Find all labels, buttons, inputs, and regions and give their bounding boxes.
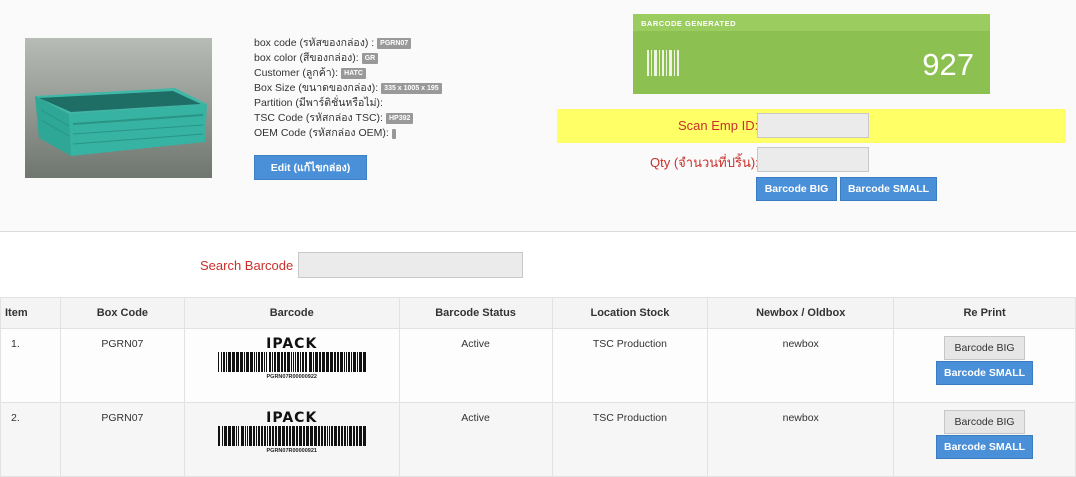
edit-box-button[interactable]: Edit (แก้ไขกล่อง) — [254, 155, 367, 180]
box-code-row: box code (รหัสของกล่อง) : PGRN07 — [254, 36, 442, 51]
tsc-code-value: HP392 — [385, 113, 414, 124]
reprint-big-button[interactable]: Barcode BIG — [944, 410, 1026, 434]
barcode-generated-count: 927 — [922, 47, 974, 82]
col-reprint: Re Print — [893, 297, 1076, 329]
box-code-cell: PGRN07 — [59, 402, 185, 477]
box-code-value: PGRN07 — [377, 38, 412, 49]
barcode-big-button[interactable]: Barcode BIG — [756, 177, 837, 201]
barcode-cell: IPACK PGRN07R00000921 — [183, 402, 400, 477]
col-barcode: Barcode — [183, 297, 400, 329]
partition-label: Partition (มีพาร์ติชั่นหรือไม่): — [254, 97, 383, 109]
oem-code-label: OEM Code (รหัสกล่อง OEM): — [254, 127, 389, 139]
box-info: box code (รหัสของกล่อง) : PGRN07 box colo… — [254, 36, 442, 141]
ipack-logo: IPACK — [266, 336, 318, 352]
box-code-cell: PGRN07 — [59, 328, 185, 403]
customer-row: Customer (ลูกค้า): HATC — [254, 66, 442, 81]
location-cell: TSC Production — [551, 402, 709, 477]
barcode-icon — [647, 50, 679, 76]
scan-emp-label: Scan Emp ID: — [678, 118, 759, 133]
table-row: 1. PGRN07 IPACK PGRN07R00000922 Active T… — [0, 328, 1076, 403]
box-detail-panel: box code (รหัสของกล่อง) : PGRN07 box colo… — [0, 0, 1076, 232]
reprint-cell: Barcode BIG Barcode SMALL — [893, 402, 1076, 477]
item-cell: 2. — [0, 402, 61, 477]
barcode-cell: IPACK PGRN07R00000922 — [183, 328, 400, 403]
ipack-logo: IPACK — [266, 410, 318, 426]
col-barcode-status: Barcode Status — [398, 297, 553, 329]
barcode-small-button[interactable]: Barcode SMALL — [840, 177, 937, 201]
search-barcode-label: Search Barcode : — [200, 258, 301, 273]
newbox-cell: newbox — [707, 328, 895, 403]
reprint-cell: Barcode BIG Barcode SMALL — [893, 328, 1076, 403]
col-box-code: Box Code — [59, 297, 185, 329]
table-header-row: Item Box Code Barcode Barcode Status Loc… — [0, 297, 1076, 329]
barcode-generated-card: BARCODE GENERATED 927 — [633, 14, 990, 94]
box-color-label: box color (สีของกล่อง): — [254, 52, 359, 64]
barcode-table: Item Box Code Barcode Barcode Status Loc… — [0, 297, 1076, 477]
box-size-row: Box Size (ขนาดของกล่อง): 335 x 1005 x 195 — [254, 81, 442, 96]
table-row: 2. PGRN07 IPACK PGRN07R00000921 Active T… — [0, 402, 1076, 477]
col-newbox-oldbox: Newbox / Oldbox — [707, 297, 895, 329]
box-size-value: 335 x 1005 x 195 — [381, 83, 442, 94]
status-cell: Active — [398, 328, 553, 403]
search-barcode-input[interactable] — [298, 252, 523, 278]
location-cell: TSC Production — [551, 328, 709, 403]
item-cell: 1. — [0, 328, 61, 403]
qty-input[interactable] — [757, 147, 869, 172]
box-color-row: box color (สีของกล่อง): GR — [254, 51, 442, 66]
tsc-code-row: TSC Code (รหัสกล่อง TSC): HP392 — [254, 111, 442, 126]
reprint-small-button[interactable]: Barcode SMALL — [936, 361, 1034, 385]
partition-row: Partition (มีพาร์ติชั่นหรือไม่): — [254, 96, 442, 111]
box-color-value: GR — [361, 53, 379, 64]
barcode-image — [217, 426, 366, 446]
barcode-generated-header: BARCODE GENERATED — [633, 14, 990, 31]
col-location-stock: Location Stock — [551, 297, 709, 329]
box-code-label: box code (รหัสของกล่อง) : — [254, 37, 375, 49]
scan-emp-input[interactable] — [757, 113, 869, 138]
barcode-number: PGRN07R00000921 — [266, 448, 317, 454]
reprint-big-button[interactable]: Barcode BIG — [944, 336, 1026, 360]
oem-code-row: OEM Code (รหัสกล่อง OEM): — [254, 126, 442, 141]
tsc-code-label: TSC Code (รหัสกล่อง TSC): — [254, 112, 383, 124]
newbox-cell: newbox — [707, 402, 895, 477]
customer-value: HATC — [341, 68, 366, 79]
customer-label: Customer (ลูกค้า): — [254, 67, 339, 79]
barcode-image — [217, 352, 366, 372]
col-item: Item — [0, 297, 61, 329]
box-photo — [25, 38, 212, 178]
box-size-label: Box Size (ขนาดของกล่อง): — [254, 82, 379, 94]
barcode-number: PGRN07R00000922 — [266, 374, 317, 380]
reprint-small-button[interactable]: Barcode SMALL — [936, 435, 1034, 459]
status-cell: Active — [398, 402, 553, 477]
qty-label: Qty (จำนวนที่ปริ้น): — [650, 155, 759, 170]
oem-code-value — [391, 128, 396, 139]
